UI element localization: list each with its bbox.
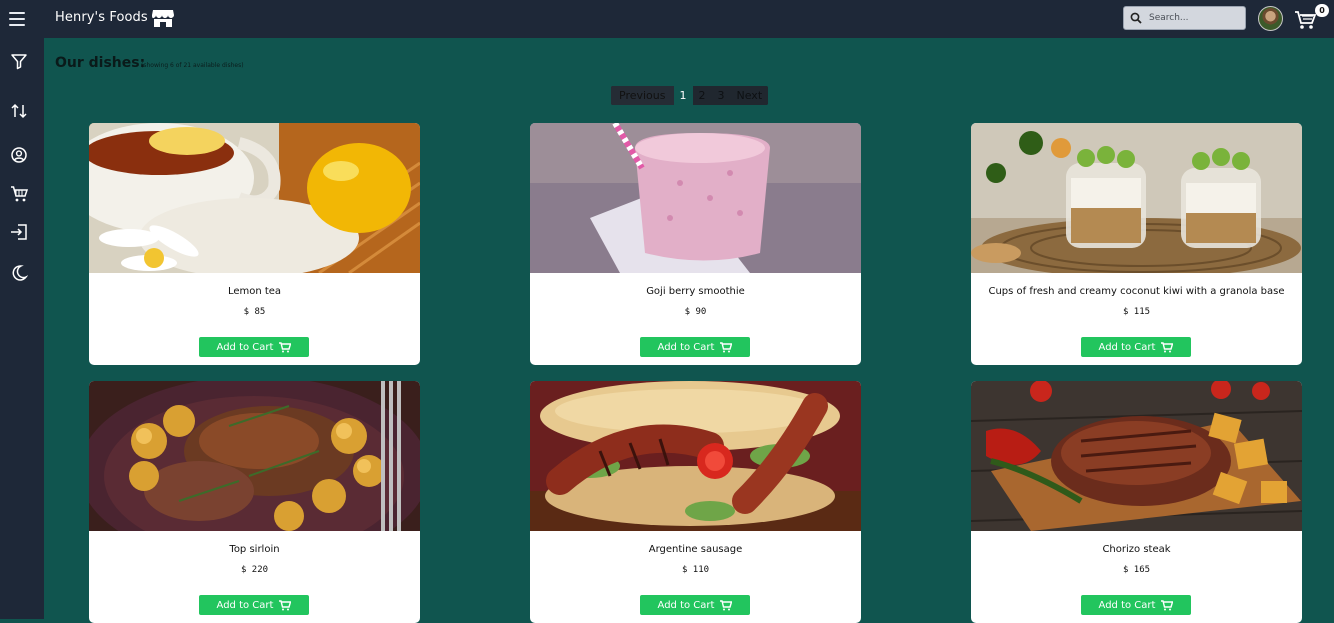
sort-icon[interactable] — [10, 102, 28, 120]
add-to-cart-button[interactable]: Add to Cart — [1081, 337, 1191, 357]
add-to-cart-button[interactable]: Add to Cart — [640, 595, 750, 615]
cart-icon — [279, 341, 292, 352]
cart-count-badge: 0 — [1315, 4, 1329, 17]
page-1-button[interactable]: 1 — [673, 86, 693, 105]
steak-photo — [971, 381, 1302, 531]
dish-price: $ 90 — [684, 307, 707, 317]
dish-title[interactable]: Lemon tea — [89, 286, 420, 297]
logout-icon[interactable] — [10, 223, 28, 241]
cart-icon[interactable] — [1294, 10, 1316, 30]
search-input[interactable] — [1149, 13, 1244, 23]
search-icon — [1130, 12, 1142, 24]
avatar[interactable] — [1258, 6, 1283, 31]
brand-name[interactable]: Henry's Foods — [55, 10, 148, 25]
cart-icon — [1161, 599, 1174, 610]
previous-page-button[interactable]: Previous — [611, 86, 674, 105]
add-to-cart-button[interactable]: Add to Cart — [199, 337, 309, 357]
sidebar — [0, 38, 44, 619]
smoothie-photo — [530, 123, 861, 273]
sirloin-photo — [89, 381, 420, 531]
cart-icon — [720, 341, 733, 352]
add-to-cart-label: Add to Cart — [657, 341, 715, 353]
dish-price: $ 220 — [240, 565, 269, 575]
add-to-cart-label: Add to Cart — [1098, 341, 1156, 353]
hamburger-menu-icon[interactable] — [9, 12, 25, 26]
filter-icon[interactable] — [10, 52, 28, 70]
add-to-cart-label: Add to Cart — [216, 341, 274, 353]
add-to-cart-button[interactable]: Add to Cart — [199, 595, 309, 615]
cart-icon — [1161, 341, 1174, 352]
dish-title[interactable]: Argentine sausage — [530, 544, 861, 555]
dish-title[interactable]: Top sirloin — [89, 544, 420, 555]
cart-icon[interactable] — [10, 185, 28, 203]
dish-title[interactable]: Cups of fresh and creamy coconut kiwi wi… — [971, 286, 1302, 297]
dish-price: $ 85 — [243, 307, 266, 317]
dish-price: $ 110 — [681, 565, 710, 575]
dish-price: $ 165 — [1122, 565, 1151, 575]
dish-title[interactable]: Chorizo steak — [971, 544, 1302, 555]
dish-title[interactable]: Goji berry smoothie — [530, 286, 861, 297]
dish-price: $ 115 — [1122, 307, 1151, 317]
add-to-cart-button[interactable]: Add to Cart — [1081, 595, 1191, 615]
user-icon[interactable] — [10, 146, 28, 164]
dark-mode-icon[interactable] — [10, 264, 28, 282]
store-icon — [152, 10, 174, 27]
add-to-cart-label: Add to Cart — [216, 599, 274, 611]
sausage-photo — [530, 381, 861, 531]
add-to-cart-label: Add to Cart — [657, 599, 715, 611]
dish-card: Lemon tea $ 85 Add to Cart — [89, 123, 420, 365]
cart-icon — [720, 599, 733, 610]
pagination: Previous 1 2 3 Next — [611, 86, 769, 105]
page-2-button[interactable]: 2 — [692, 86, 712, 105]
add-to-cart-label: Add to Cart — [1098, 599, 1156, 611]
top-navbar: Henry's Foods 0 — [0, 0, 1334, 38]
dish-card: Argentine sausage $ 110 Add to Cart — [530, 381, 861, 623]
search-box[interactable] — [1123, 6, 1246, 30]
dish-card: Chorizo steak $ 165 Add to Cart — [971, 381, 1302, 623]
next-page-button[interactable]: Next — [730, 86, 769, 105]
kiwi-granola-photo — [971, 123, 1302, 273]
lemon-tea-photo — [89, 123, 420, 273]
results-count-note: (showing 6 of 21 available dishes) — [141, 62, 244, 69]
dish-card: Cups of fresh and creamy coconut kiwi wi… — [971, 123, 1302, 365]
cart-icon — [279, 599, 292, 610]
dish-card: Goji berry smoothie $ 90 Add to Cart — [530, 123, 861, 365]
add-to-cart-button[interactable]: Add to Cart — [640, 337, 750, 357]
page-title: Our dishes: — [55, 55, 146, 71]
dish-card: Top sirloin $ 220 Add to Cart — [89, 381, 420, 623]
page-3-button[interactable]: 3 — [711, 86, 731, 105]
